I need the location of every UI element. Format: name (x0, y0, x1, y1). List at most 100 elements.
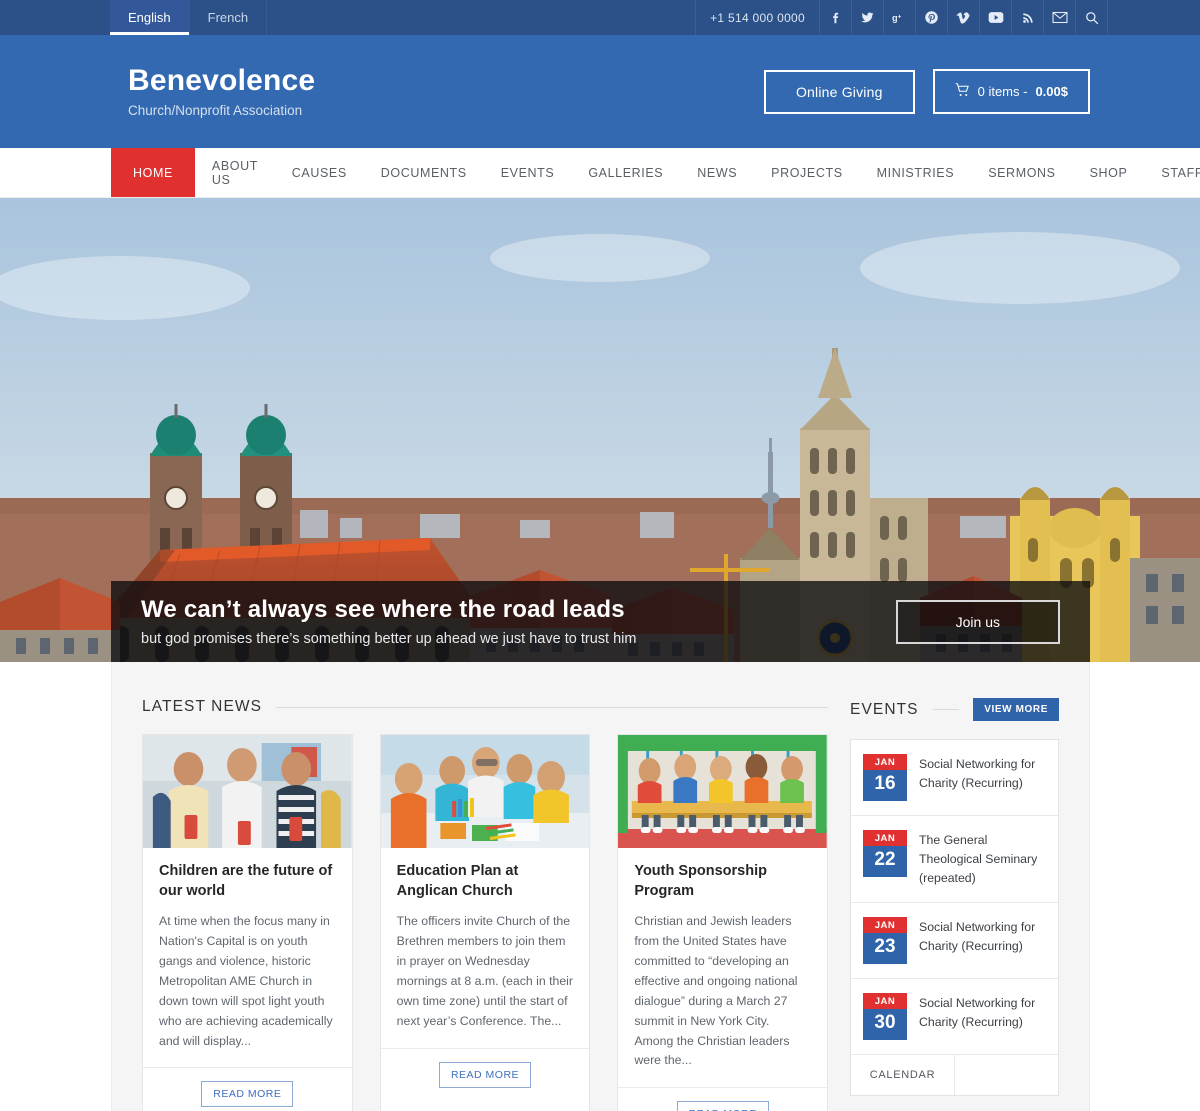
event-day: 30 (863, 1009, 907, 1041)
top-bar: English French +1 514 000 0000 g + (0, 0, 1200, 35)
nav-item-news[interactable]: NEWS (680, 148, 754, 197)
main-navigation: HOME ABOUT US CAUSES DOCUMENTS EVENTS GA… (0, 148, 1200, 198)
hero-text-block: We can’t always see where the road leads… (141, 596, 636, 647)
google-plus-icon[interactable]: g + (884, 0, 916, 35)
events-footer-tabs: CALENDAR (851, 1055, 1058, 1096)
language-tab-french-label: French (207, 10, 249, 25)
news-card-footer: READ MORE (380, 1047, 590, 1101)
event-item[interactable]: JAN 22 The General Theological Seminary … (851, 816, 1058, 904)
events-header: EVENTS VIEW MORE (850, 698, 1059, 721)
news-card-text: At time when the focus many in Nation's … (159, 914, 333, 1048)
page-root: English French +1 514 000 0000 g + Benev… (0, 0, 1200, 1111)
event-item[interactable]: JAN 30 Social Networking for Charity (Re… (851, 979, 1058, 1056)
read-more-button[interactable]: READ MORE (201, 1081, 294, 1108)
svg-text:+: + (897, 13, 901, 20)
rss-icon[interactable] (1012, 0, 1044, 35)
facebook-icon[interactable] (820, 0, 852, 35)
hero-overlay: We can’t always see where the road leads… (111, 581, 1090, 662)
news-card-body: Children are the future of our world At … (143, 848, 352, 1067)
section-divider (276, 706, 828, 708)
news-card-image (380, 735, 590, 848)
nav-item-events[interactable]: EVENTS (484, 148, 572, 197)
news-card-text: The officers invite Church of the Brethr… (396, 914, 574, 1028)
email-icon[interactable] (1044, 0, 1076, 35)
event-month: JAN (863, 993, 907, 1010)
hero-banner: We can’t always see where the road leads… (0, 198, 1200, 662)
nav-item-staff[interactable]: STAFF (1144, 148, 1200, 197)
event-date-badge: JAN 22 (863, 830, 907, 877)
news-card-body: Education Plan at Anglican Church The of… (381, 848, 590, 1048)
event-title: Social Networking for Charity (Recurring… (919, 920, 1036, 954)
join-us-button[interactable]: Join us (895, 599, 1060, 644)
vimeo-icon[interactable] (948, 0, 980, 35)
view-more-button[interactable]: VIEW MORE (973, 698, 1059, 721)
nav-item-causes[interactable]: CAUSES (275, 148, 364, 197)
hero-subheading: but god promises there’s something bette… (141, 631, 637, 647)
cart-icon (955, 83, 970, 100)
news-card-footer: READ MORE (143, 1067, 352, 1111)
event-title: The General Theological Seminary (repeat… (919, 833, 1038, 886)
news-card-list: Children are the future of our world At … (142, 734, 829, 1111)
nav-item-about-us[interactable]: ABOUT US (195, 148, 275, 197)
event-title: Social Networking for Charity (Recurring… (919, 996, 1036, 1030)
news-card[interactable]: Children are the future of our world At … (142, 734, 353, 1111)
nav-item-home[interactable]: HOME (111, 148, 195, 197)
news-card-title: Youth Sponsorship Program (634, 863, 767, 899)
events-title: EVENTS (850, 700, 919, 718)
nav-item-ministries[interactable]: MINISTRIES (860, 148, 972, 197)
pinterest-icon[interactable] (916, 0, 948, 35)
event-date-badge: JAN 30 (863, 993, 907, 1041)
news-card-body: Youth Sponsorship Program Christian and … (618, 848, 827, 1087)
news-card-title: Children are the future of our world (159, 863, 333, 899)
hero-heading: We can’t always see where the road leads (141, 596, 625, 623)
calendar-tab[interactable]: CALENDAR (851, 1055, 955, 1096)
read-more-button[interactable]: READ MORE (438, 1061, 532, 1088)
event-day: 16 (863, 770, 907, 801)
twitter-icon[interactable] (852, 0, 884, 35)
online-giving-button[interactable]: Online Giving (763, 69, 915, 114)
nav-item-sermons[interactable]: SERMONS (971, 148, 1072, 197)
latest-news-header: LATEST NEWS (142, 698, 828, 716)
news-card[interactable]: Youth Sponsorship Program Christian and … (617, 734, 829, 1111)
brand[interactable]: Benevolence Church/Nonprofit Association (128, 65, 315, 119)
events-section: EVENTS VIEW MORE JAN 16 Social Networkin… (850, 698, 1059, 1111)
nav-item-documents[interactable]: DOCUMENTS (364, 148, 484, 197)
cart-button[interactable]: 0 items - 0.00$ (932, 69, 1090, 114)
nav-item-projects[interactable]: PROJECTS (754, 148, 859, 197)
latest-news-title: LATEST NEWS (142, 698, 263, 715)
news-card[interactable]: Education Plan at Anglican Church The of… (379, 734, 591, 1111)
search-icon[interactable] (1076, 0, 1108, 35)
news-card-text: Christian and Jewish leaders from the Un… (634, 914, 798, 1068)
event-item[interactable]: JAN 23 Social Networking for Charity (Re… (851, 903, 1058, 980)
site-subtitle: Church/Nonprofit Association (128, 103, 303, 119)
language-tab-english[interactable]: English (110, 0, 190, 35)
section-divider (932, 709, 960, 710)
event-day: 22 (863, 846, 907, 877)
news-card-image (143, 735, 352, 848)
event-month: JAN (863, 830, 907, 846)
event-date-badge: JAN 23 (863, 917, 907, 965)
nav-item-galleries[interactable]: GALLERIES (571, 148, 680, 197)
youtube-icon[interactable] (980, 0, 1012, 35)
event-item[interactable]: JAN 16 Social Networking for Charity (Re… (851, 740, 1058, 816)
news-card-title: Education Plan at Anglican Church (396, 863, 519, 899)
header-actions: Online Giving 0 items - 0.00$ (763, 69, 1090, 114)
site-title: Benevolence (128, 63, 316, 97)
language-tabs: English French (110, 0, 268, 35)
content-area: LATEST NEWS Children are the future of o… (111, 662, 1090, 1111)
site-header: Benevolence Church/Nonprofit Association… (0, 35, 1200, 148)
language-tab-french[interactable]: French (190, 0, 268, 35)
event-day: 23 (863, 933, 907, 965)
event-month: JAN (863, 917, 907, 934)
language-tab-english-label: English (128, 10, 171, 25)
phone-number: +1 514 000 0000 (695, 0, 820, 35)
read-more-button[interactable]: READ MORE (676, 1101, 769, 1111)
news-card-footer: READ MORE (618, 1087, 828, 1111)
events-footer-tab-empty[interactable] (955, 1055, 1058, 1095)
event-date-badge: JAN 16 (863, 754, 907, 801)
event-title: Social Networking for Charity (Recurring… (919, 757, 1036, 791)
nav-item-shop[interactable]: SHOP (1073, 148, 1145, 197)
event-month: JAN (863, 754, 907, 770)
cart-total: 0.00$ (1035, 84, 1068, 99)
cart-items-label: 0 items - (977, 84, 1028, 99)
